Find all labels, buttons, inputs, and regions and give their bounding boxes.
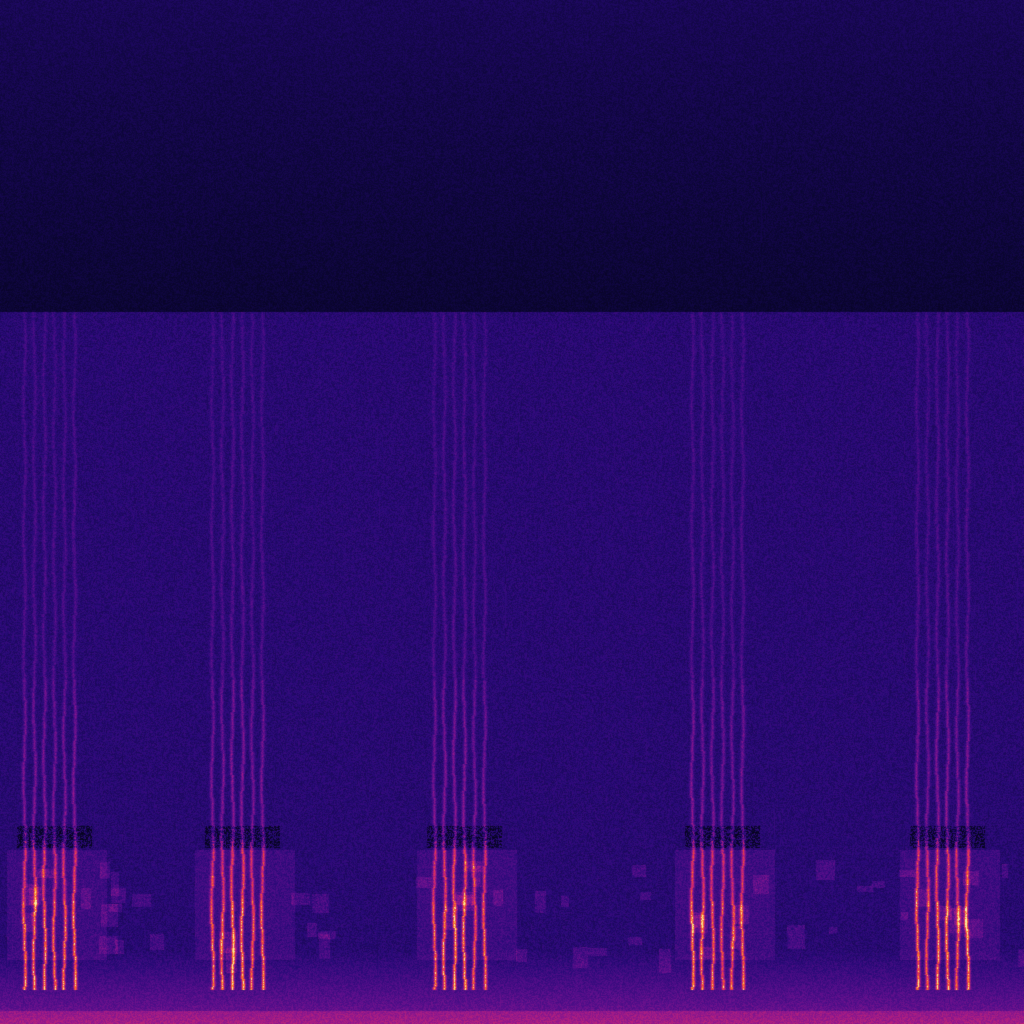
spectrogram-image [0, 0, 1024, 1024]
